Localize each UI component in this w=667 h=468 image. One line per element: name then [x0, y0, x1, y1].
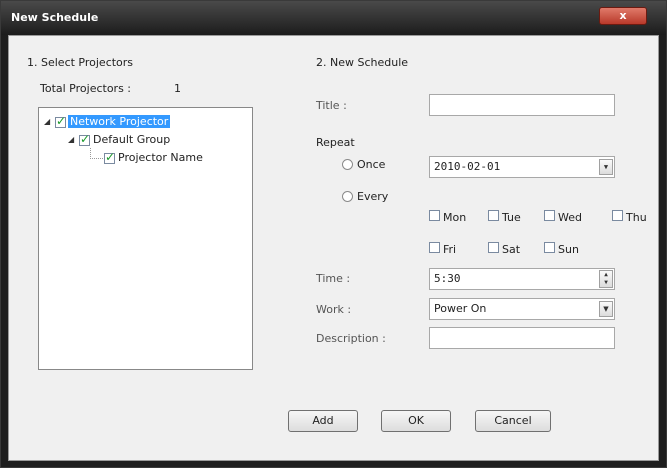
tree-item-label: Default Group [93, 133, 171, 146]
dialog-client-area: 1. Select Projectors Total Projectors : … [8, 35, 659, 461]
repeat-label: Repeat [316, 136, 355, 149]
collapse-arrow-icon[interactable]: ◢ [44, 117, 50, 126]
tree-connector [90, 148, 103, 159]
time-label: Time : [316, 272, 351, 285]
tree-item-projector-name[interactable]: Projector Name [118, 150, 203, 166]
close-icon: x [619, 9, 627, 22]
collapse-arrow-icon[interactable]: ◢ [68, 135, 74, 144]
projector-name-checkbox[interactable] [104, 150, 115, 164]
total-projectors-label: Total Projectors : [40, 82, 132, 95]
chevron-down-icon[interactable]: ▼ [599, 301, 613, 317]
date-value: 2010-02-01 [434, 160, 501, 173]
default-group-checkbox[interactable] [79, 132, 90, 146]
tue-label: Tue [502, 211, 521, 224]
mon-label: Mon [443, 211, 467, 224]
fri-checkbox[interactable] [429, 242, 440, 253]
new-schedule-window: New Schedule x 1. Select Projectors Tota… [0, 0, 667, 468]
date-dropdown[interactable]: 2010-02-01 ▼ [429, 156, 615, 178]
tree-item-network-projector[interactable]: Network Projector [68, 114, 171, 130]
wed-checkbox[interactable] [544, 210, 555, 221]
spinner-arrows-icon[interactable]: ▲ ▼ [599, 270, 613, 288]
description-label: Description : [316, 332, 386, 345]
work-dropdown[interactable]: Power On ▼ [429, 298, 615, 320]
time-input[interactable]: 5:30 ▲ ▼ [429, 268, 615, 290]
thu-label: Thu [626, 211, 647, 224]
fri-label: Fri [443, 243, 457, 256]
once-radio[interactable] [342, 159, 353, 170]
total-projectors-count: 1 [174, 82, 181, 95]
description-input[interactable] [429, 327, 615, 349]
new-schedule-heading: 2. New Schedule [316, 56, 409, 69]
every-radio[interactable] [342, 191, 353, 202]
close-button[interactable]: x [599, 7, 647, 25]
sat-checkbox[interactable] [488, 242, 499, 253]
select-projectors-heading: 1. Select Projectors [27, 56, 134, 69]
tree-item-default-group[interactable]: Default Group [93, 132, 170, 148]
window-title: New Schedule [11, 11, 99, 24]
sun-checkbox[interactable] [544, 242, 555, 253]
work-value: Power On [434, 302, 487, 315]
chevron-down-icon[interactable]: ▼ [599, 159, 613, 175]
sat-label: Sat [502, 243, 521, 256]
tree-item-label: Network Projector [68, 115, 171, 128]
time-value: 5:30 [434, 272, 461, 285]
tue-checkbox[interactable] [488, 210, 499, 221]
tree-item-label: Projector Name [118, 151, 203, 164]
work-label: Work : [316, 303, 352, 316]
thu-checkbox[interactable] [612, 210, 623, 221]
wed-label: Wed [558, 211, 582, 224]
sun-label: Sun [558, 243, 579, 256]
add-button[interactable]: Add [288, 410, 358, 432]
title-bar[interactable]: New Schedule x [1, 1, 666, 35]
every-label[interactable]: Every [357, 190, 388, 203]
mon-checkbox[interactable] [429, 210, 440, 221]
title-label: Title : [316, 99, 347, 112]
network-projector-checkbox[interactable] [55, 114, 66, 128]
once-label[interactable]: Once [357, 158, 385, 171]
projector-tree[interactable]: ◢ Network Projector ◢ Default Group Proj… [38, 107, 253, 370]
cancel-button[interactable]: Cancel [475, 410, 551, 432]
ok-button[interactable]: OK [381, 410, 451, 432]
title-input[interactable] [429, 94, 615, 116]
